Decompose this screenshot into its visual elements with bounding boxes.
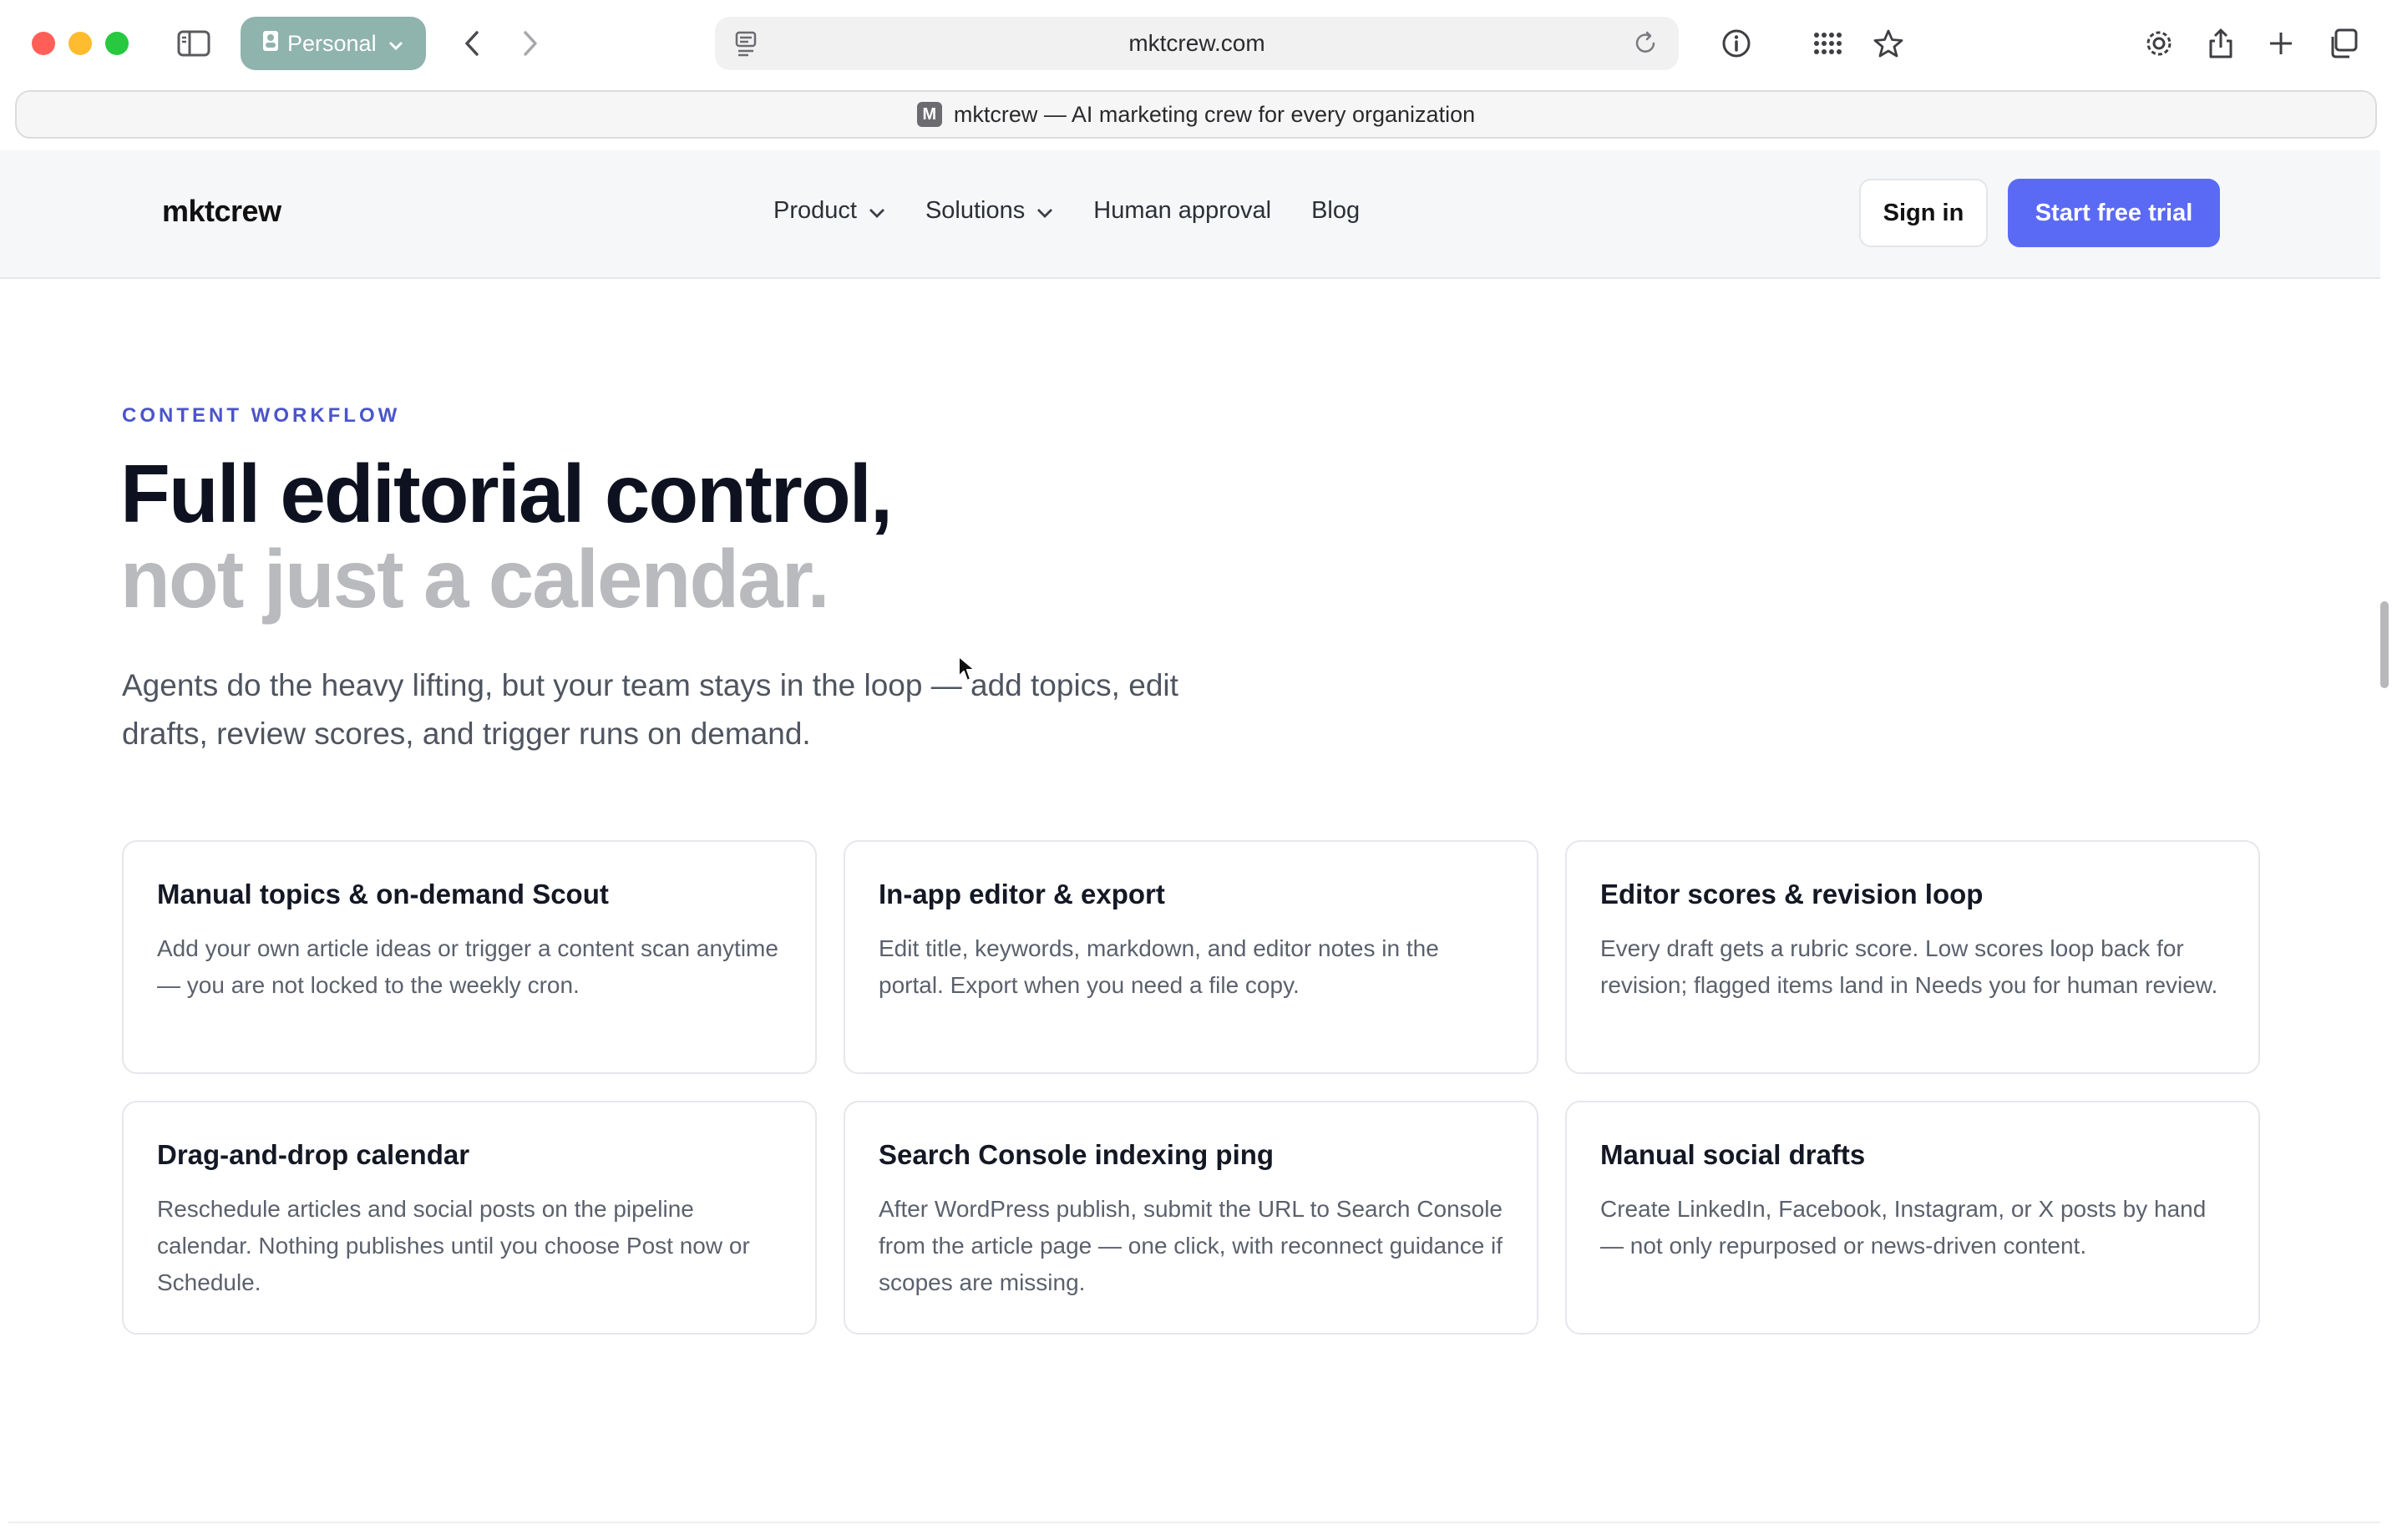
card-title: Manual topics & on-demand Scout: [157, 879, 609, 909]
section-divider: [8, 1522, 2380, 1523]
url-text: mktcrew.com: [1128, 30, 1265, 56]
nav-item-blog[interactable]: Blog: [1311, 197, 1360, 225]
feature-card-manual-topics: Manual topics & on-demand Scout Add your…: [122, 840, 817, 1074]
section-eyebrow: CONTENT WORKFLOW: [122, 404, 401, 427]
star-icon[interactable]: [1867, 22, 1909, 65]
section-lead: Agents do the heavy lifting, but your te…: [122, 668, 1178, 751]
card-title: Manual social drafts: [1600, 1139, 1866, 1170]
chevron-down-icon: [1036, 197, 1053, 225]
card-description: Edit title, keywords, markdown, and edit…: [879, 935, 1439, 998]
minimize-window-button[interactable]: [68, 32, 92, 55]
address-bar[interactable]: mktcrew.com: [715, 17, 1679, 70]
feature-card-editor-scores: Editor scores & revision loop Every draf…: [1565, 840, 2260, 1074]
browser-toolbar: Personal mktcrew.com: [0, 0, 2392, 87]
share-icon[interactable]: [2200, 22, 2242, 65]
nav-item-product[interactable]: Product: [773, 197, 885, 225]
favicon-icon: M: [916, 102, 942, 127]
headline-line-2: not just a calendar.: [120, 533, 830, 625]
reader-icon[interactable]: [735, 30, 758, 63]
headline-line-1: Full editorial control,: [120, 448, 893, 540]
profile-label: Personal: [287, 30, 377, 56]
card-description: After WordPress publish, submit the URL …: [879, 1196, 1503, 1295]
grid-icon[interactable]: [1807, 22, 1849, 65]
feature-cards: Manual topics & on-demand Scout Add your…: [122, 840, 2260, 1335]
tab-title: mktcrew — AI marketing crew for every or…: [953, 101, 1476, 127]
gear-icon[interactable]: [2138, 22, 2180, 65]
mouse-cursor-icon: [957, 655, 977, 687]
site-logo[interactable]: mktcrew: [162, 194, 281, 229]
plus-icon[interactable]: [2260, 22, 2302, 65]
info-icon[interactable]: [1715, 22, 1757, 65]
nav-item-label: Solutions: [925, 197, 1026, 224]
profile-button[interactable]: Personal: [241, 17, 426, 70]
back-icon[interactable]: [451, 22, 493, 65]
card-title: Drag-and-drop calendar: [157, 1139, 470, 1170]
card-description: Add your own article ideas or trigger a …: [157, 935, 778, 998]
nav-item-label: Blog: [1311, 197, 1361, 224]
nav-item-human-approval[interactable]: Human approval: [1093, 197, 1271, 225]
chevron-down-icon: [388, 31, 403, 57]
feature-card-editor-export: In-app editor & export Edit title, keywo…: [844, 840, 1538, 1074]
main-nav: Product Solutions Human approval Blog: [773, 197, 1360, 225]
card-title: In-app editor & export: [879, 879, 1165, 909]
card-description: Every draft gets a rubric score. Low sco…: [1600, 935, 2218, 998]
card-title: Editor scores & revision loop: [1600, 879, 1984, 909]
chevron-down-icon: [869, 197, 885, 225]
person-icon: [262, 30, 279, 58]
reload-icon[interactable]: [1634, 30, 1659, 63]
close-window-button[interactable]: [32, 32, 55, 55]
forward-icon[interactable]: [509, 22, 551, 65]
section-headline: Full editorial control, not just a calen…: [120, 448, 893, 625]
sign-in-button[interactable]: Sign in: [1859, 179, 1988, 247]
feature-card-social-drafts: Manual social drafts Create LinkedIn, Fa…: [1565, 1101, 2260, 1335]
start-free-trial-button[interactable]: Start free trial: [2008, 179, 2220, 247]
active-tab[interactable]: M mktcrew — AI marketing crew for every …: [15, 90, 2377, 139]
nav-item-solutions[interactable]: Solutions: [925, 197, 1053, 225]
page-scrollbar[interactable]: [2380, 601, 2389, 688]
card-description: Create LinkedIn, Facebook, Instagram, or…: [1600, 1196, 2207, 1259]
card-title: Search Console indexing ping: [879, 1139, 1275, 1170]
sidebar-icon[interactable]: [172, 22, 215, 65]
nav-item-label: Human approval: [1093, 197, 1272, 224]
browser-chrome: Personal mktcrew.com M mktcrew — AI mark…: [0, 0, 2392, 149]
nav-item-label: Product: [773, 197, 857, 224]
tabs-icon[interactable]: [2322, 22, 2364, 65]
feature-card-calendar: Drag-and-drop calendar Reschedule articl…: [122, 1101, 817, 1335]
site-header: mktcrew Product Solutions Human approval…: [0, 150, 2380, 279]
card-description: Reschedule articles and social posts on …: [157, 1196, 750, 1295]
zoom-window-button[interactable]: [105, 32, 129, 55]
feature-card-search-console: Search Console indexing ping After WordP…: [844, 1101, 1538, 1335]
